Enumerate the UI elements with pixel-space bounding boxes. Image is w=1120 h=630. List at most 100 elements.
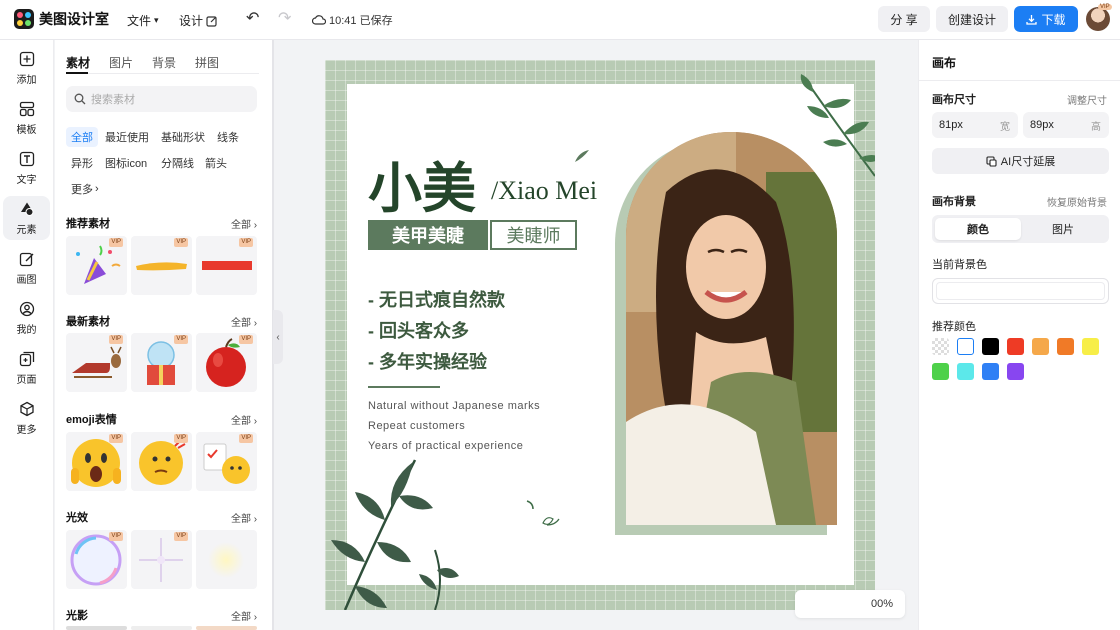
create-design-button[interactable]: 创建设计	[936, 6, 1008, 32]
all-label: 全部	[231, 318, 251, 329]
template-icon	[18, 100, 36, 118]
material-item[interactable]	[66, 626, 127, 630]
avatar[interactable]	[1086, 7, 1110, 31]
chip-icon[interactable]: 图标icon	[100, 153, 152, 173]
nav-item-page[interactable]: 页面	[3, 346, 50, 390]
feature-bullet[interactable]: - 无日式痕自然款	[368, 286, 505, 312]
material-item[interactable]	[196, 626, 257, 630]
section-all-link[interactable]: 全部 ›	[231, 412, 257, 427]
height-input[interactable]: 89px 高	[1023, 112, 1109, 138]
color-swatch[interactable]	[1057, 338, 1074, 355]
bg-type-color[interactable]: 颜色	[935, 218, 1021, 240]
material-item[interactable]: VIP	[131, 432, 192, 491]
portrait-photo[interactable]	[626, 132, 837, 525]
material-item[interactable]: VIP	[131, 333, 192, 392]
top-bar: 美图设计室 文件 ▾ 设计 ↶ ↷ 10:41 已保存 分 享 创建设计 下载 …	[0, 0, 1120, 40]
search-icon	[74, 93, 86, 105]
design-menu[interactable]: 设计	[179, 12, 218, 29]
color-swatch[interactable]	[1007, 363, 1024, 380]
section-title-recommend: 推荐素材	[66, 218, 110, 230]
chip-divider[interactable]: 分隔线	[156, 153, 199, 173]
material-item[interactable]: VIP	[66, 530, 127, 589]
tab-image[interactable]: 图片	[109, 54, 133, 71]
nav-item-more[interactable]: 更多	[3, 396, 50, 440]
chip-more[interactable]: 更多 ›	[66, 179, 104, 199]
nav-item-add[interactable]: 添加	[3, 46, 50, 90]
nav-item-draw[interactable]: 画图	[3, 246, 50, 290]
feature-en-line[interactable]: Natural without Japanese marks	[368, 400, 540, 412]
ai-extend-button[interactable]: AI尺寸延展	[932, 148, 1109, 174]
chip-all[interactable]: 全部	[66, 127, 98, 147]
redo-icon[interactable]: ↷	[278, 11, 291, 27]
tab-background[interactable]: 背景	[152, 54, 176, 71]
app-logo[interactable]: 美图设计室	[14, 9, 109, 29]
all-label: 全部	[231, 416, 251, 427]
draw-icon	[18, 250, 36, 268]
section-all-link[interactable]: 全部 ›	[231, 216, 257, 231]
nav-item-element[interactable]: 元素	[3, 196, 50, 240]
adjust-size-link[interactable]: 调整尺寸	[1067, 92, 1107, 107]
cloud-icon	[312, 15, 326, 25]
chip-basic-shape[interactable]: 基础形状	[156, 127, 210, 147]
feature-en-line[interactable]: Repeat customers	[368, 420, 465, 432]
material-item[interactable]: VIP	[66, 236, 127, 295]
color-swatch[interactable]	[932, 363, 949, 380]
nav-item-template[interactable]: 模板	[3, 96, 50, 140]
share-button[interactable]: 分 享	[878, 6, 930, 32]
material-item[interactable]: VIP	[196, 236, 257, 295]
color-swatch[interactable]	[1082, 338, 1099, 355]
color-swatch[interactable]	[932, 338, 949, 355]
download-button[interactable]: 下载	[1014, 6, 1078, 32]
color-swatch[interactable]	[957, 338, 974, 355]
feature-bullet[interactable]: - 回头客众多	[368, 317, 469, 343]
nav-item-mine[interactable]: 我的	[3, 296, 50, 340]
section-title-latest: 最新素材	[66, 316, 110, 328]
material-item[interactable]: VIP	[196, 432, 257, 491]
page-icon	[18, 350, 36, 368]
divider-line[interactable]	[368, 386, 440, 388]
service-tag-primary[interactable]: 美甲美睫	[368, 220, 488, 250]
material-item[interactable]: VIP	[66, 333, 127, 392]
designer-name-en[interactable]: /Xiao Mei	[491, 176, 597, 206]
section-all-link[interactable]: 全部 ›	[231, 608, 257, 623]
tab-collage[interactable]: 拼图	[195, 54, 219, 71]
add-icon	[18, 50, 36, 68]
material-item[interactable]: VIP	[66, 432, 127, 491]
chip-line[interactable]: 线条	[212, 127, 244, 147]
section-all-link[interactable]: 全部 ›	[231, 510, 257, 525]
feature-bullet[interactable]: - 多年实操经验	[368, 348, 487, 374]
chip-arrow[interactable]: 箭头	[200, 153, 232, 173]
chip-recent[interactable]: 最近使用	[100, 127, 154, 147]
collapse-panel-button[interactable]: ‹	[273, 310, 283, 364]
bg-type-image[interactable]: 图片	[1020, 218, 1106, 240]
canvas-bg-label: 画布背景	[932, 196, 976, 208]
service-tag-secondary[interactable]: 美睫师	[490, 220, 577, 250]
material-item[interactable]	[131, 626, 192, 630]
section-all-link[interactable]: 全部 ›	[231, 314, 257, 329]
undo-icon[interactable]: ↶	[246, 11, 259, 27]
color-swatch[interactable]	[1007, 338, 1024, 355]
width-input[interactable]: 81px 宽	[932, 112, 1018, 138]
designer-name-cn[interactable]: 小美	[368, 144, 476, 223]
color-swatch[interactable]	[1032, 338, 1049, 355]
current-bg-color-field[interactable]	[932, 278, 1109, 304]
height-value: 89px	[1030, 119, 1054, 131]
search-input[interactable]: 搜索素材	[66, 86, 257, 112]
color-swatch[interactable]	[982, 338, 999, 355]
material-item[interactable]: VIP	[131, 530, 192, 589]
restore-bg-link[interactable]: 恢复原始背景	[1047, 194, 1107, 209]
material-item[interactable]	[196, 530, 257, 589]
zoom-control[interactable]: 00%	[795, 590, 905, 618]
chip-irregular[interactable]: 异形	[66, 153, 98, 173]
color-swatch[interactable]	[957, 363, 974, 380]
color-swatch[interactable]	[982, 363, 999, 380]
nav-item-text[interactable]: 文字	[3, 146, 50, 190]
bg-type-toggle: 颜色 图片	[932, 215, 1109, 243]
material-item[interactable]: VIP	[131, 236, 192, 295]
design-canvas[interactable]: 小美 /Xiao Mei 美甲美睫 美睫师 - 无日式痕自然款 - 回头客众多 …	[325, 60, 875, 610]
vip-badge: VIP	[174, 532, 188, 541]
chevron-down-icon: ▾	[154, 15, 159, 25]
material-item[interactable]: VIP	[196, 333, 257, 392]
file-menu[interactable]: 文件 ▾	[127, 12, 159, 29]
tab-material[interactable]: 素材	[66, 54, 90, 71]
